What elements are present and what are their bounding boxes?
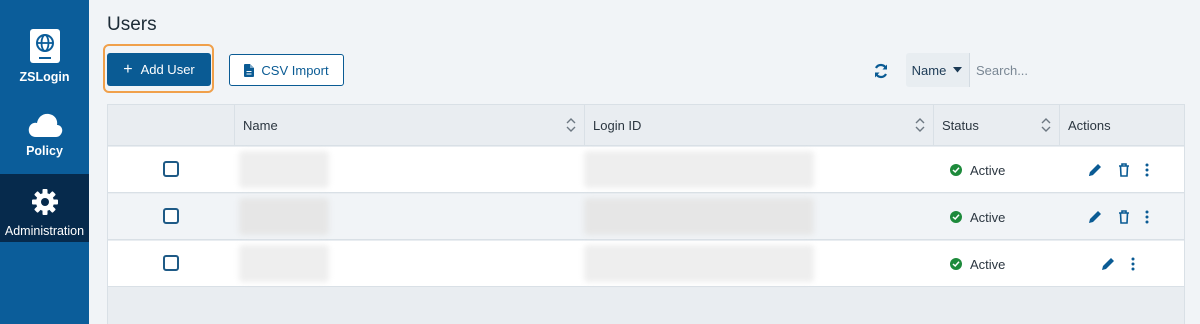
check-circle-icon <box>950 164 962 176</box>
plus-icon: + <box>123 60 133 78</box>
gear-icon <box>31 189 58 215</box>
search-field-value: Name <box>911 62 947 78</box>
more-vertical-icon[interactable] <box>1125 256 1141 272</box>
column-label: Name <box>243 118 278 133</box>
row-checkbox[interactable] <box>163 161 179 177</box>
add-user-button[interactable]: + Add User <box>107 53 211 86</box>
table-row[interactable]: Active <box>108 147 1184 193</box>
file-icon <box>244 63 255 77</box>
status-text: Active <box>970 209 1006 225</box>
row-checkbox[interactable] <box>163 208 179 224</box>
sidebar-item-label: Administration <box>4 224 85 238</box>
more-vertical-icon[interactable] <box>1139 209 1155 225</box>
sidebar-item-administration[interactable]: Administration <box>0 174 89 242</box>
column-header-actions: Actions <box>1059 105 1184 146</box>
column-header-status[interactable]: Status <box>933 105 1059 146</box>
csv-import-button[interactable]: CSV Import <box>229 54 344 86</box>
sidebar: ZSLogin Policy Administration <box>0 0 89 324</box>
redacted-name <box>239 245 329 282</box>
check-circle-icon <box>950 211 962 223</box>
table-row[interactable]: Active <box>108 194 1184 240</box>
redacted-login-id <box>584 151 814 188</box>
redacted-login-id <box>584 198 814 235</box>
redacted-name <box>239 198 329 235</box>
globe-badge-icon <box>29 29 60 63</box>
column-header-name[interactable]: Name <box>234 105 584 146</box>
edit-icon[interactable] <box>1087 162 1103 178</box>
sort-icon <box>566 118 576 132</box>
table-row[interactable]: Active <box>108 241 1184 287</box>
add-user-label: Add User <box>140 62 195 77</box>
sort-icon <box>915 118 925 132</box>
column-label: Login ID <box>593 118 642 133</box>
cloud-icon <box>28 113 62 137</box>
sort-icon <box>1041 118 1051 132</box>
status-badge: Active <box>950 241 1005 287</box>
search-field-select[interactable]: Name <box>906 53 968 87</box>
caret-down-icon <box>953 67 963 73</box>
more-vertical-icon[interactable] <box>1139 162 1155 178</box>
sidebar-item-label: ZSLogin <box>19 70 70 84</box>
sidebar-item-label: Policy <box>26 144 63 158</box>
status-text: Active <box>970 256 1006 272</box>
column-label: Status <box>942 118 979 133</box>
search-input[interactable] <box>969 53 1200 87</box>
column-header-login-id[interactable]: Login ID <box>584 105 933 146</box>
redacted-name <box>239 151 329 188</box>
sidebar-item-policy[interactable]: Policy <box>0 112 89 172</box>
redacted-login-id <box>584 245 814 282</box>
csv-import-label: CSV Import <box>261 62 329 78</box>
page-title: Users <box>107 14 157 35</box>
edit-icon[interactable] <box>1100 256 1116 272</box>
status-badge: Active <box>950 147 1005 193</box>
column-label: Actions <box>1068 118 1111 133</box>
edit-icon[interactable] <box>1087 209 1103 225</box>
refresh-icon[interactable] <box>872 62 890 80</box>
status-text: Active <box>970 162 1006 178</box>
delete-icon[interactable] <box>1116 162 1132 178</box>
table-header: Name Login ID Status Actions <box>108 105 1184 146</box>
status-badge: Active <box>950 194 1005 240</box>
delete-icon[interactable] <box>1116 209 1132 225</box>
check-circle-icon <box>950 258 962 270</box>
sidebar-item-zslogin[interactable]: ZSLogin <box>0 28 89 98</box>
row-checkbox[interactable] <box>163 255 179 271</box>
users-table: Name Login ID Status Actions Active Acti… <box>107 104 1185 324</box>
